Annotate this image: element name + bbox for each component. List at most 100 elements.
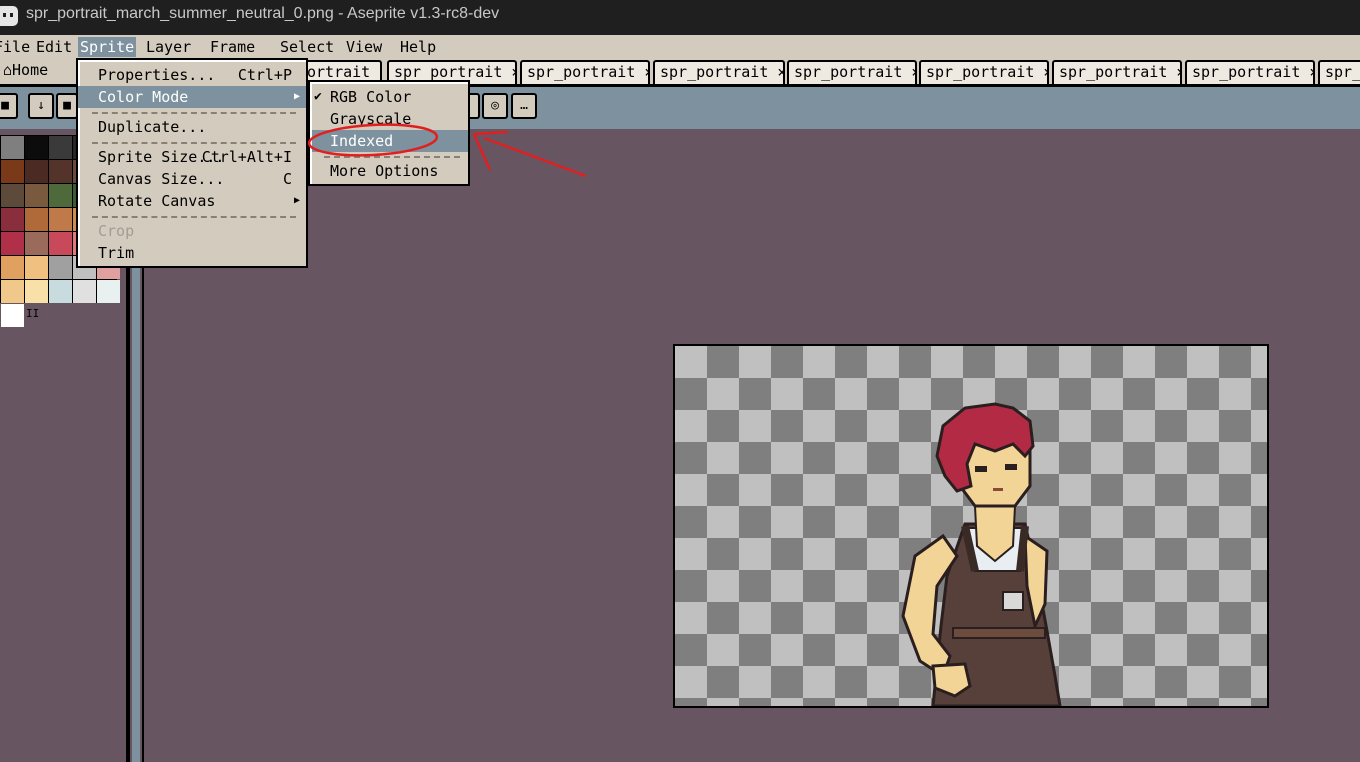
tab-document[interactable]: spr_portrait ×	[520, 60, 650, 84]
menu-item-label: Duplicate...	[98, 118, 207, 136]
menu-item-indexed[interactable]: Indexed	[312, 130, 468, 152]
menu-view[interactable]: View	[344, 37, 384, 57]
lock-icon: ■	[1, 98, 9, 113]
menu-item-label: Color Mode	[98, 88, 189, 106]
menu-sprite[interactable]: Sprite	[78, 37, 136, 57]
folder-button[interactable]: ■	[56, 93, 78, 119]
close-icon[interactable]: ×	[1043, 63, 1047, 81]
palette-swatch[interactable]	[97, 280, 120, 303]
palette-swatch[interactable]	[1, 256, 24, 279]
submenu-arrow-icon: ▶	[293, 195, 300, 206]
down-arrow-button[interactable]: ↓	[28, 93, 54, 119]
close-icon[interactable]: ×	[644, 63, 648, 81]
menu-select[interactable]: Select	[278, 37, 336, 57]
menu-item-shortcut: C	[282, 170, 292, 188]
menu-separator	[324, 156, 460, 158]
tab-document[interactable]: spr_portrait ×	[787, 60, 917, 84]
menu-item-rgb-color[interactable]: ✔ RGB Color	[310, 86, 468, 108]
palette-swatch[interactable]	[1, 280, 24, 303]
title-bar: spr_portrait_march_summer_neutral_0.png …	[0, 0, 1360, 35]
menu-frame[interactable]: Frame	[208, 37, 257, 57]
close-icon[interactable]: ×	[1176, 63, 1180, 81]
palette-swatch[interactable]	[49, 208, 72, 231]
close-icon[interactable]: ×	[1309, 63, 1313, 81]
menu-item-label: Indexed	[330, 132, 394, 150]
window-title: spr_portrait_march_summer_neutral_0.png …	[26, 5, 500, 22]
palette-swatch[interactable]	[1, 136, 24, 159]
portrait-sprite	[901, 402, 1062, 706]
palette-swatch[interactable]	[1, 208, 24, 231]
menu-layer[interactable]: Layer	[144, 37, 193, 57]
menu-item-label: Rotate Canvas	[98, 192, 216, 210]
sprite-menu: Properties... Ctrl+P Color Mode ▶ Duplicat…	[76, 58, 308, 268]
palette-swatch[interactable]	[25, 256, 48, 279]
menu-item-rotate-canvas[interactable]: Rotate Canvas ▶	[78, 190, 306, 212]
tab-document[interactable]: spr_portrait ×	[919, 60, 1049, 84]
palette-swatch[interactable]	[49, 160, 72, 183]
arrow-down-icon: ↓	[37, 98, 45, 113]
menu-item-more-options[interactable]: More Options	[310, 160, 468, 182]
menu-separator	[92, 216, 296, 218]
close-icon[interactable]: ×	[777, 63, 783, 81]
tab-label: spr_portrait	[660, 63, 769, 81]
more-options-button[interactable]: …	[511, 93, 537, 119]
close-icon[interactable]: ×	[911, 63, 915, 81]
palette-index-label: II	[26, 307, 40, 320]
tab-label: spr_portrait	[527, 63, 636, 81]
menu-item-label: More Options	[330, 162, 439, 180]
close-icon[interactable]: ×	[379, 63, 380, 81]
palette-swatch[interactable]	[25, 160, 48, 183]
menu-item-shortcut: Ctrl+P	[237, 66, 292, 84]
close-icon[interactable]: ×	[511, 63, 515, 81]
home-icon: ⌂	[3, 61, 13, 79]
ellipsis-icon: …	[520, 98, 528, 113]
menu-item-trim[interactable]: Trim	[78, 242, 306, 264]
menu-item-label: Properties...	[98, 66, 216, 84]
palette-swatch[interactable]	[1, 232, 24, 255]
menu-item-canvas-size[interactable]: Canvas Size... C	[78, 168, 306, 190]
menu-item-sprite-size[interactable]: Sprite Size... Ctrl+Alt+I	[78, 146, 306, 168]
menu-item-grayscale[interactable]: Grayscale	[310, 108, 468, 130]
sprite-canvas[interactable]	[673, 344, 1269, 708]
palette-swatch[interactable]	[49, 256, 72, 279]
checkmark-icon: ✔	[314, 89, 322, 104]
menu-item-label: RGB Color	[330, 88, 412, 106]
menu-help[interactable]: Help	[398, 37, 438, 57]
palette-swatch[interactable]	[49, 232, 72, 255]
color-mode-submenu: ✔ RGB Color Grayscale Indexed More Option…	[308, 80, 470, 186]
menu-separator	[92, 112, 296, 114]
menu-file[interactable]: File	[0, 37, 32, 57]
tab-document[interactable]: spr_portrait ×	[1185, 60, 1315, 84]
palette-swatch[interactable]	[25, 280, 48, 303]
menu-item-label: Canvas Size...	[98, 170, 225, 188]
palette-swatch[interactable]	[25, 184, 48, 207]
palette-swatch[interactable]	[25, 136, 48, 159]
aseprite-app-icon	[0, 6, 18, 26]
menu-item-color-mode[interactable]: Color Mode ▶	[78, 86, 306, 108]
palette-swatch[interactable]	[49, 280, 72, 303]
menu-edit[interactable]: Edit	[34, 37, 74, 57]
palette-swatch[interactable]	[1, 160, 24, 183]
tab-document[interactable]: spr_	[1318, 60, 1360, 84]
brush-icon: ◎	[491, 98, 499, 113]
lock-button[interactable]: ■	[0, 93, 18, 119]
tab-label: ortrait	[307, 63, 371, 81]
menu-separator	[92, 142, 296, 144]
palette-swatch[interactable]	[25, 232, 48, 255]
palette-swatch[interactable]	[1, 304, 24, 327]
tab-label: spr_	[1325, 63, 1360, 81]
menu-item-duplicate[interactable]: Duplicate...	[78, 116, 306, 138]
palette-swatch[interactable]	[49, 136, 72, 159]
tab-label: spr_portrait	[394, 63, 503, 81]
brush-preview-button[interactable]: ◎	[482, 93, 508, 119]
palette-swatch[interactable]	[73, 280, 96, 303]
tab-document[interactable]: spr_portrait ×	[1052, 60, 1182, 84]
tab-document[interactable]: spr_portrait ×	[653, 60, 785, 84]
palette-swatch[interactable]	[25, 208, 48, 231]
menu-item-properties[interactable]: Properties... Ctrl+P	[78, 64, 306, 86]
tab-label: spr_portrait	[1192, 63, 1301, 81]
menu-bar: File Edit Sprite Layer Frame Select View…	[0, 35, 1360, 58]
palette-swatch[interactable]	[49, 184, 72, 207]
tab-home[interactable]: ⌂Home	[0, 60, 70, 84]
palette-swatch[interactable]	[1, 184, 24, 207]
